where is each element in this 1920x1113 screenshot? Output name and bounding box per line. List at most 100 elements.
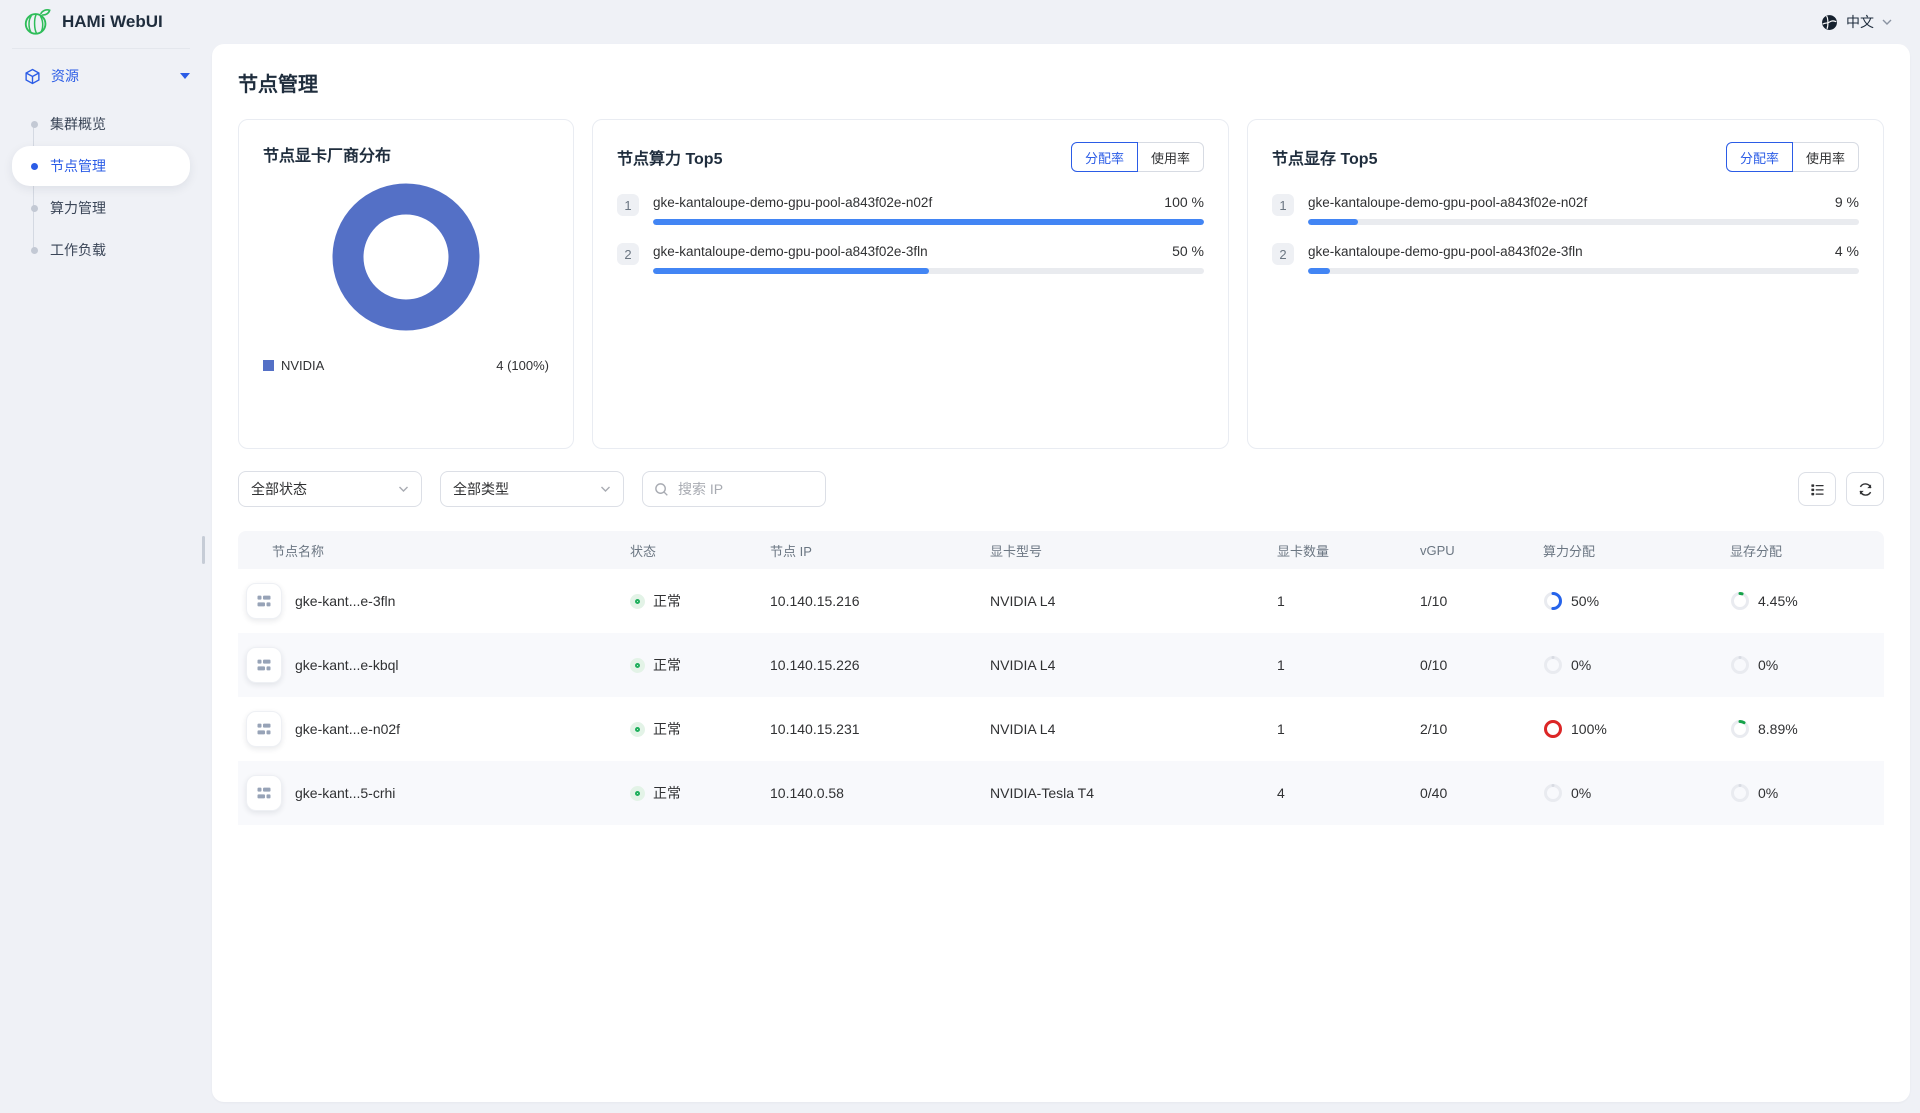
top5-item: 2 gke-kantaloupe-demo-gpu-pool-a843f02e-… xyxy=(1272,243,1859,274)
table-row[interactable]: gke-kant...5-crhi 正常 10.140.0.58 NVIDIA-… xyxy=(238,761,1884,825)
sidebar-item-label: 集群概览 xyxy=(50,114,106,134)
status-badge: 正常 xyxy=(630,591,681,611)
sidebar-group-resources[interactable]: 资源 xyxy=(0,56,212,96)
usage-rate-tab[interactable]: 使用率 xyxy=(1792,142,1859,172)
status-filter-value: 全部状态 xyxy=(251,479,307,499)
allocation-rate-tab[interactable]: 分配率 xyxy=(1071,142,1138,172)
gpu-count: 1 xyxy=(1261,721,1404,737)
gpu-vendor-card: 节点显卡厂商分布 NVIDIA 4 (100%) xyxy=(238,119,574,449)
main-panel: 节点管理 节点显卡厂商分布 NVIDIA 4 (100%) xyxy=(212,44,1910,1102)
vgpu-value: 1/10 xyxy=(1404,593,1527,609)
ip-search-input[interactable] xyxy=(676,480,814,498)
search-icon xyxy=(654,482,669,497)
node-name: gke-kantaloupe-demo-gpu-pool-a843f02e-n0… xyxy=(653,195,932,210)
hami-logo-icon xyxy=(22,7,52,37)
column-header-memory-alloc: 显存分配 xyxy=(1714,541,1884,560)
globe-icon xyxy=(1821,14,1838,31)
progress-bar xyxy=(653,268,1204,274)
gpu-count: 1 xyxy=(1261,593,1404,609)
memory-alloc-ring: 0% xyxy=(1730,783,1778,803)
menu-dot-icon xyxy=(31,121,38,128)
brand: HAMi WebUI xyxy=(22,7,163,37)
node-value: 4 % xyxy=(1835,243,1859,259)
status-dot-icon xyxy=(630,722,645,737)
brand-title: HAMi WebUI xyxy=(62,12,163,32)
gpu-vendor-card-title: 节点显卡厂商分布 xyxy=(263,142,549,166)
donut-ring xyxy=(348,199,464,315)
chevron-down-icon xyxy=(398,486,409,493)
gpu-count: 1 xyxy=(1261,657,1404,673)
vendor-legend: NVIDIA 4 (100%) xyxy=(263,358,549,373)
compute-rate-toggle: 分配率 使用率 xyxy=(1071,142,1204,172)
sidebar: 资源 集群概览 节点管理 算力管理 工作负载 xyxy=(0,44,212,1113)
sidebar-group-label: 资源 xyxy=(51,66,79,86)
memory-top5-card: 节点显存 Top5 分配率 使用率 1 gke-kantaloupe-demo-… xyxy=(1247,119,1884,449)
status-dot-icon xyxy=(630,786,645,801)
compute-alloc-ring: 100% xyxy=(1543,719,1607,739)
vendor-donut-chart xyxy=(263,182,549,332)
top5-item: 2 gke-kantaloupe-demo-gpu-pool-a843f02e-… xyxy=(617,243,1204,274)
vgpu-value: 2/10 xyxy=(1404,721,1527,737)
legend-label: NVIDIA xyxy=(281,358,324,373)
menu-dot-icon xyxy=(31,205,38,212)
top5-item: 1 gke-kantaloupe-demo-gpu-pool-a843f02e-… xyxy=(617,194,1204,225)
column-header-count: 显卡数量 xyxy=(1261,541,1404,560)
vgpu-value: 0/10 xyxy=(1404,657,1527,673)
rank-badge: 1 xyxy=(1272,194,1294,216)
sidebar-resize-handle[interactable] xyxy=(202,536,205,564)
column-header-compute-alloc: 算力分配 xyxy=(1527,541,1714,560)
compute-top5-card: 节点算力 Top5 分配率 使用率 1 gke-kantaloupe-demo-… xyxy=(592,119,1229,449)
language-switcher[interactable]: 中文 xyxy=(1821,12,1892,32)
column-settings-icon xyxy=(1809,481,1826,498)
status-badge: 正常 xyxy=(630,783,681,803)
node-ip: 10.140.15.216 xyxy=(754,593,974,609)
memory-alloc-ring: 4.45% xyxy=(1730,591,1798,611)
compute-alloc-ring: 0% xyxy=(1543,655,1591,675)
refresh-button[interactable] xyxy=(1846,472,1884,506)
sidebar-item-compute-management[interactable]: 算力管理 xyxy=(12,188,190,228)
rank-badge: 2 xyxy=(617,243,639,265)
refresh-icon xyxy=(1857,481,1874,498)
column-header-ip: 节点 IP xyxy=(754,541,974,560)
top-bar: HAMi WebUI 中文 xyxy=(0,0,1920,44)
node-value: 9 % xyxy=(1835,194,1859,210)
filter-row: 全部状态 全部类型 xyxy=(238,471,1884,507)
node-icon xyxy=(246,711,282,747)
sidebar-item-node-management[interactable]: 节点管理 xyxy=(12,146,190,186)
node-name: gke-kantaloupe-demo-gpu-pool-a843f02e-n0… xyxy=(1308,195,1587,210)
gpu-model: NVIDIA L4 xyxy=(974,657,1261,673)
type-filter-select[interactable]: 全部类型 xyxy=(440,471,624,507)
legend-value: 4 (100%) xyxy=(496,358,549,373)
node-name: gke-kantaloupe-demo-gpu-pool-a843f02e-3f… xyxy=(1308,244,1583,259)
progress-bar xyxy=(653,219,1204,225)
column-settings-button[interactable] xyxy=(1798,472,1836,506)
status-dot-icon xyxy=(630,594,645,609)
table-row[interactable]: gke-kant...e-n02f 正常 10.140.15.231 NVIDI… xyxy=(238,697,1884,761)
status-dot-icon xyxy=(630,658,645,673)
column-header-name: 节点名称 xyxy=(238,541,614,560)
node-ip: 10.140.15.226 xyxy=(754,657,974,673)
memory-top5-title: 节点显存 Top5 xyxy=(1272,145,1377,169)
legend-swatch-icon xyxy=(263,360,274,371)
memory-rate-toggle: 分配率 使用率 xyxy=(1726,142,1859,172)
sidebar-item-workloads[interactable]: 工作负载 xyxy=(12,230,190,270)
status-badge: 正常 xyxy=(630,655,681,675)
node-value: 100 % xyxy=(1164,194,1204,210)
nodes-table: 节点名称 状态 节点 IP 显卡型号 显卡数量 vGPU 算力分配 显存分配 g… xyxy=(238,531,1884,825)
menu-dot-icon xyxy=(31,163,38,170)
column-header-vgpu: vGPU xyxy=(1404,543,1527,558)
top5-item: 1 gke-kantaloupe-demo-gpu-pool-a843f02e-… xyxy=(1272,194,1859,225)
memory-alloc-ring: 8.89% xyxy=(1730,719,1798,739)
compute-alloc-ring: 50% xyxy=(1543,591,1599,611)
node-icon xyxy=(246,647,282,683)
status-filter-select[interactable]: 全部状态 xyxy=(238,471,422,507)
sidebar-item-label: 算力管理 xyxy=(50,198,106,218)
table-row[interactable]: gke-kant...e-3fln 正常 10.140.15.216 NVIDI… xyxy=(238,569,1884,633)
table-row[interactable]: gke-kant...e-kbql 正常 10.140.15.226 NVIDI… xyxy=(238,633,1884,697)
usage-rate-tab[interactable]: 使用率 xyxy=(1137,142,1204,172)
node-name: gke-kant...e-n02f xyxy=(295,721,400,737)
allocation-rate-tab[interactable]: 分配率 xyxy=(1726,142,1793,172)
rank-badge: 2 xyxy=(1272,243,1294,265)
summary-cards: 节点显卡厂商分布 NVIDIA 4 (100%) 节点算力 Top5 xyxy=(238,119,1884,449)
sidebar-item-cluster-overview[interactable]: 集群概览 xyxy=(12,104,190,144)
